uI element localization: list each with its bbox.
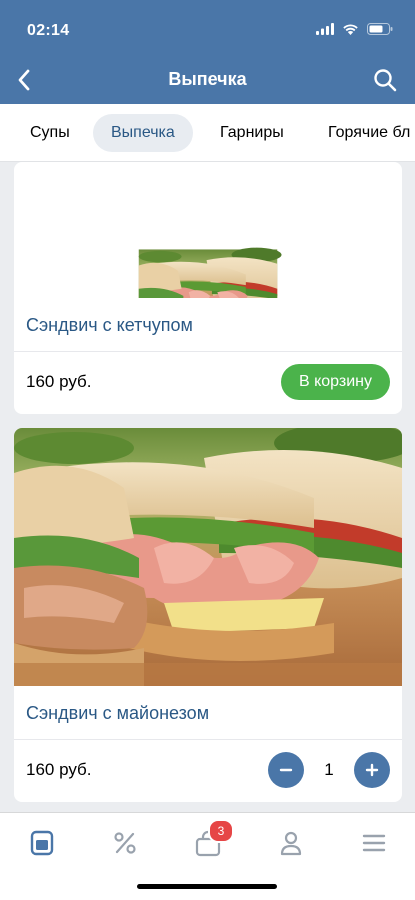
status-icons <box>316 23 393 35</box>
app-header: 02:14 Выпечка <box>0 0 415 104</box>
profile-icon <box>280 831 302 856</box>
signal-icon <box>316 23 334 35</box>
increase-button[interactable] <box>354 752 390 788</box>
tab-profile[interactable] <box>271 827 311 859</box>
wifi-icon <box>343 24 358 35</box>
product-image <box>14 428 402 686</box>
page-title: Выпечка <box>168 69 247 89</box>
tab-cart[interactable]: 3 <box>188 819 234 859</box>
product-card[interactable]: Сэндвич с майонезом 160 руб. 1 <box>14 428 402 802</box>
tab-hot-dishes[interactable]: Горячие бл <box>310 114 415 152</box>
tab-discounts[interactable] <box>105 827 145 859</box>
status-bar: 02:14 <box>0 0 415 56</box>
decrease-button[interactable] <box>268 752 304 788</box>
nav-bar: Выпечка <box>0 56 415 104</box>
catalog-icon <box>30 830 54 856</box>
quantity-value: 1 <box>324 760 334 779</box>
plus-icon <box>365 763 379 777</box>
status-time: 02:14 <box>27 22 70 39</box>
product-footer: 160 руб. В корзину <box>14 352 402 414</box>
battery-icon <box>367 23 393 35</box>
tab-sides[interactable]: Гарниры <box>202 114 302 152</box>
product-price: 160 руб. <box>26 372 92 391</box>
product-price: 160 руб. <box>26 760 92 779</box>
cart-count-badge: 3 <box>208 819 234 843</box>
menu-icon <box>362 834 386 852</box>
product-footer: 160 руб. 1 <box>14 740 402 802</box>
search-icon <box>374 69 397 92</box>
percent-icon <box>114 832 136 854</box>
product-image <box>14 162 402 298</box>
tab-soups[interactable]: Супы <box>12 114 88 152</box>
product-card[interactable]: Сэндвич с кетчупом 160 руб. В корзину <box>14 162 402 414</box>
category-tabs: Супы Выпечка Гарниры Горячие бл <box>0 104 415 162</box>
quantity-stepper: 1 <box>268 752 390 788</box>
minus-icon <box>279 768 293 772</box>
search-button[interactable] <box>367 62 403 98</box>
add-to-cart-button[interactable]: В корзину <box>280 364 390 400</box>
product-name[interactable]: Сэндвич с майонезом <box>14 686 402 740</box>
tab-menu[interactable] <box>354 827 394 859</box>
tab-pastry[interactable]: Выпечка <box>93 114 193 152</box>
tab-catalog[interactable] <box>22 827 62 859</box>
home-indicator <box>137 884 277 889</box>
product-name[interactable]: Сэндвич с кетчупом <box>14 298 402 352</box>
